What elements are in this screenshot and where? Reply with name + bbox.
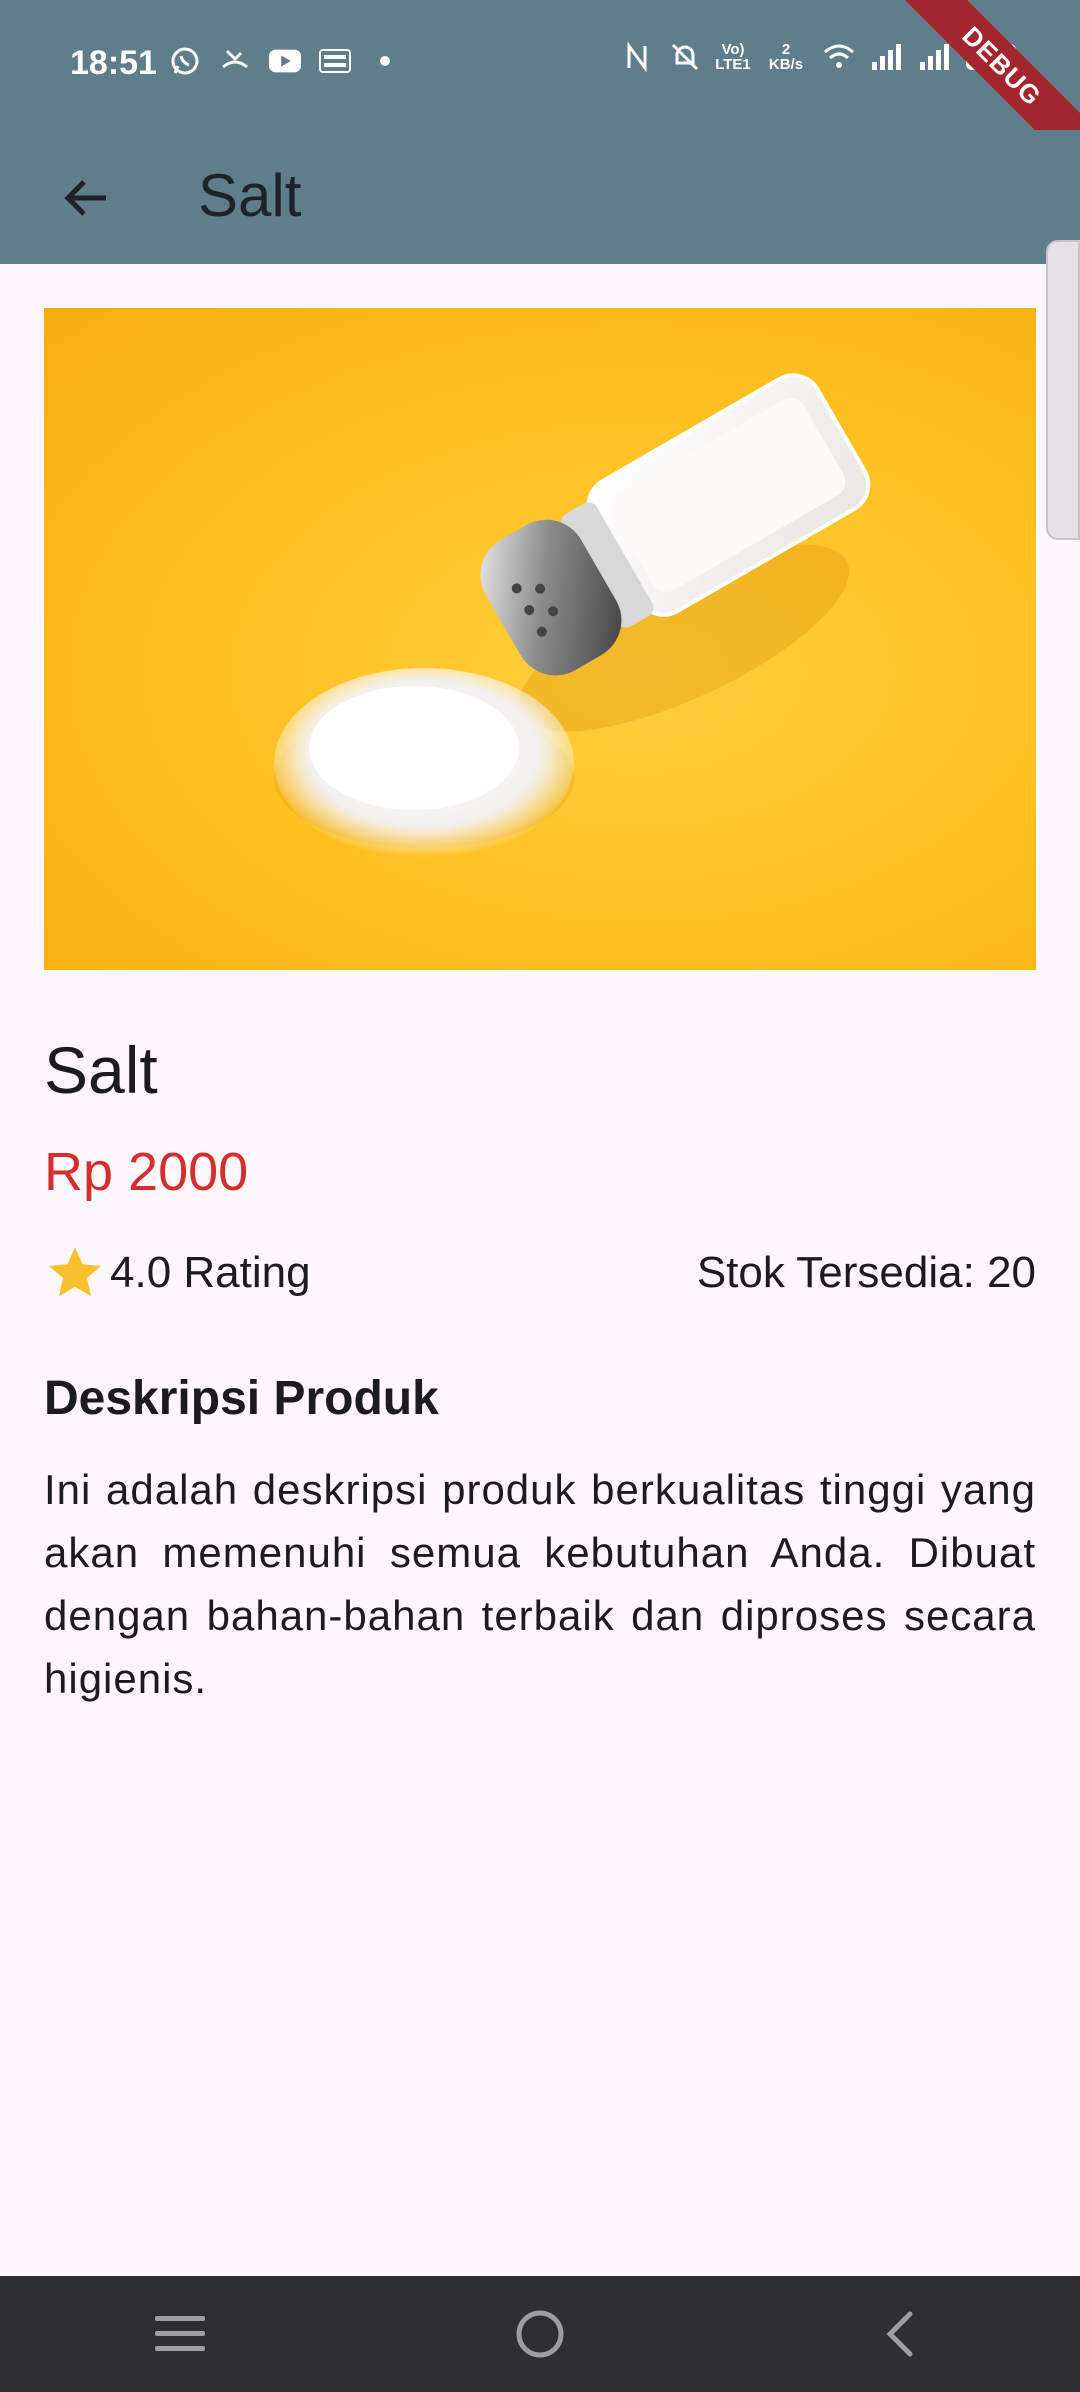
youtube-icon bbox=[268, 44, 302, 78]
description-title: Deskripsi Produk bbox=[44, 1372, 439, 1425]
status-bar: 18:51 Vo) LTE1 2 KB/s DEBUG bbox=[0, 0, 1080, 188]
volte-icon: Vo) LTE1 bbox=[715, 41, 751, 73]
page-title: Salt bbox=[198, 162, 302, 229]
salt-shaker-illustration bbox=[274, 373, 871, 858]
status-time: 18:51 bbox=[70, 44, 157, 82]
home-circle-icon bbox=[516, 2310, 564, 2358]
signal-1-icon bbox=[870, 40, 904, 74]
product-details: Salt Rp 2000 4.0 Rating Stok Tersedia: 2… bbox=[44, 1020, 1036, 1710]
product-image bbox=[44, 308, 1036, 970]
rating: 4.0 Rating bbox=[44, 1242, 311, 1304]
stock-text: Stok Tersedia: 20 bbox=[696, 1248, 1036, 1297]
dot-indicator-icon bbox=[368, 44, 402, 78]
whatsapp-icon bbox=[168, 44, 202, 78]
mute-bell-icon bbox=[668, 40, 702, 74]
wifi-icon bbox=[822, 40, 856, 74]
product-price: Rp 2000 bbox=[44, 1142, 249, 1202]
recent-apps-button[interactable] bbox=[120, 2284, 240, 2384]
system-nav-bar bbox=[0, 2276, 1080, 2392]
chevron-left-icon bbox=[886, 2311, 913, 2357]
arrow-left-icon bbox=[64, 180, 106, 216]
nfc-icon bbox=[620, 40, 654, 74]
network-speed: 2 KB/s bbox=[768, 41, 804, 73]
missed-call-icon bbox=[218, 44, 252, 78]
description-text: Ini adalah deskripsi produk berkualitas … bbox=[44, 1466, 1036, 1702]
star-icon bbox=[49, 1247, 101, 1297]
kuk-app-icon bbox=[318, 44, 352, 78]
back-nav-button[interactable] bbox=[840, 2284, 960, 2384]
rating-stock-row: 4.0 Rating Stok Tersedia: 20 bbox=[44, 1238, 1036, 1308]
product-detail-screen: 18:51 Vo) LTE1 2 KB/s DEBUG Salt Salt Rp… bbox=[0, 0, 1080, 2392]
back-button[interactable] bbox=[42, 154, 130, 242]
notification-icons bbox=[168, 44, 402, 78]
menu-icon bbox=[155, 2316, 205, 2351]
app-bar: Salt bbox=[0, 130, 1080, 264]
rating-text: 4.0 Rating bbox=[110, 1248, 311, 1297]
home-button[interactable] bbox=[480, 2284, 600, 2384]
product-name: Salt bbox=[44, 1033, 158, 1107]
signal-2-icon bbox=[918, 40, 952, 74]
scrollbar-thumb[interactable] bbox=[1046, 240, 1080, 540]
